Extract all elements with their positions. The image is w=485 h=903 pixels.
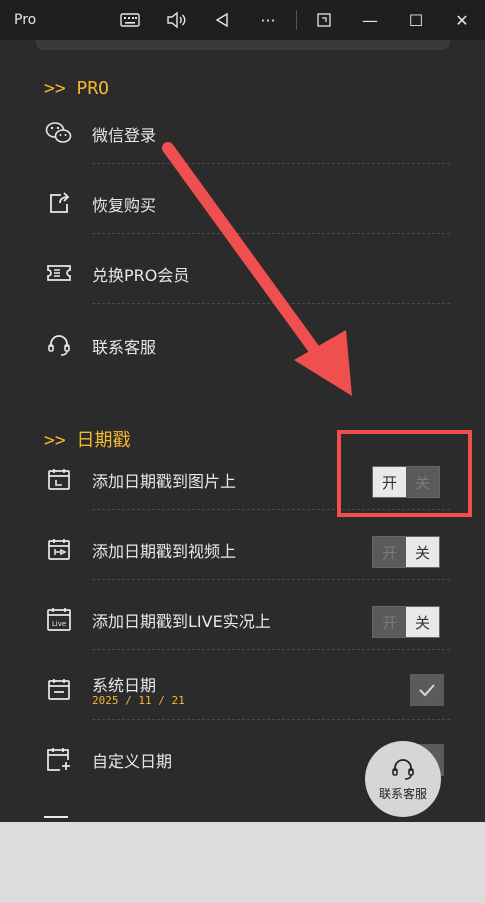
annotation-highlight-box — [337, 430, 472, 517]
